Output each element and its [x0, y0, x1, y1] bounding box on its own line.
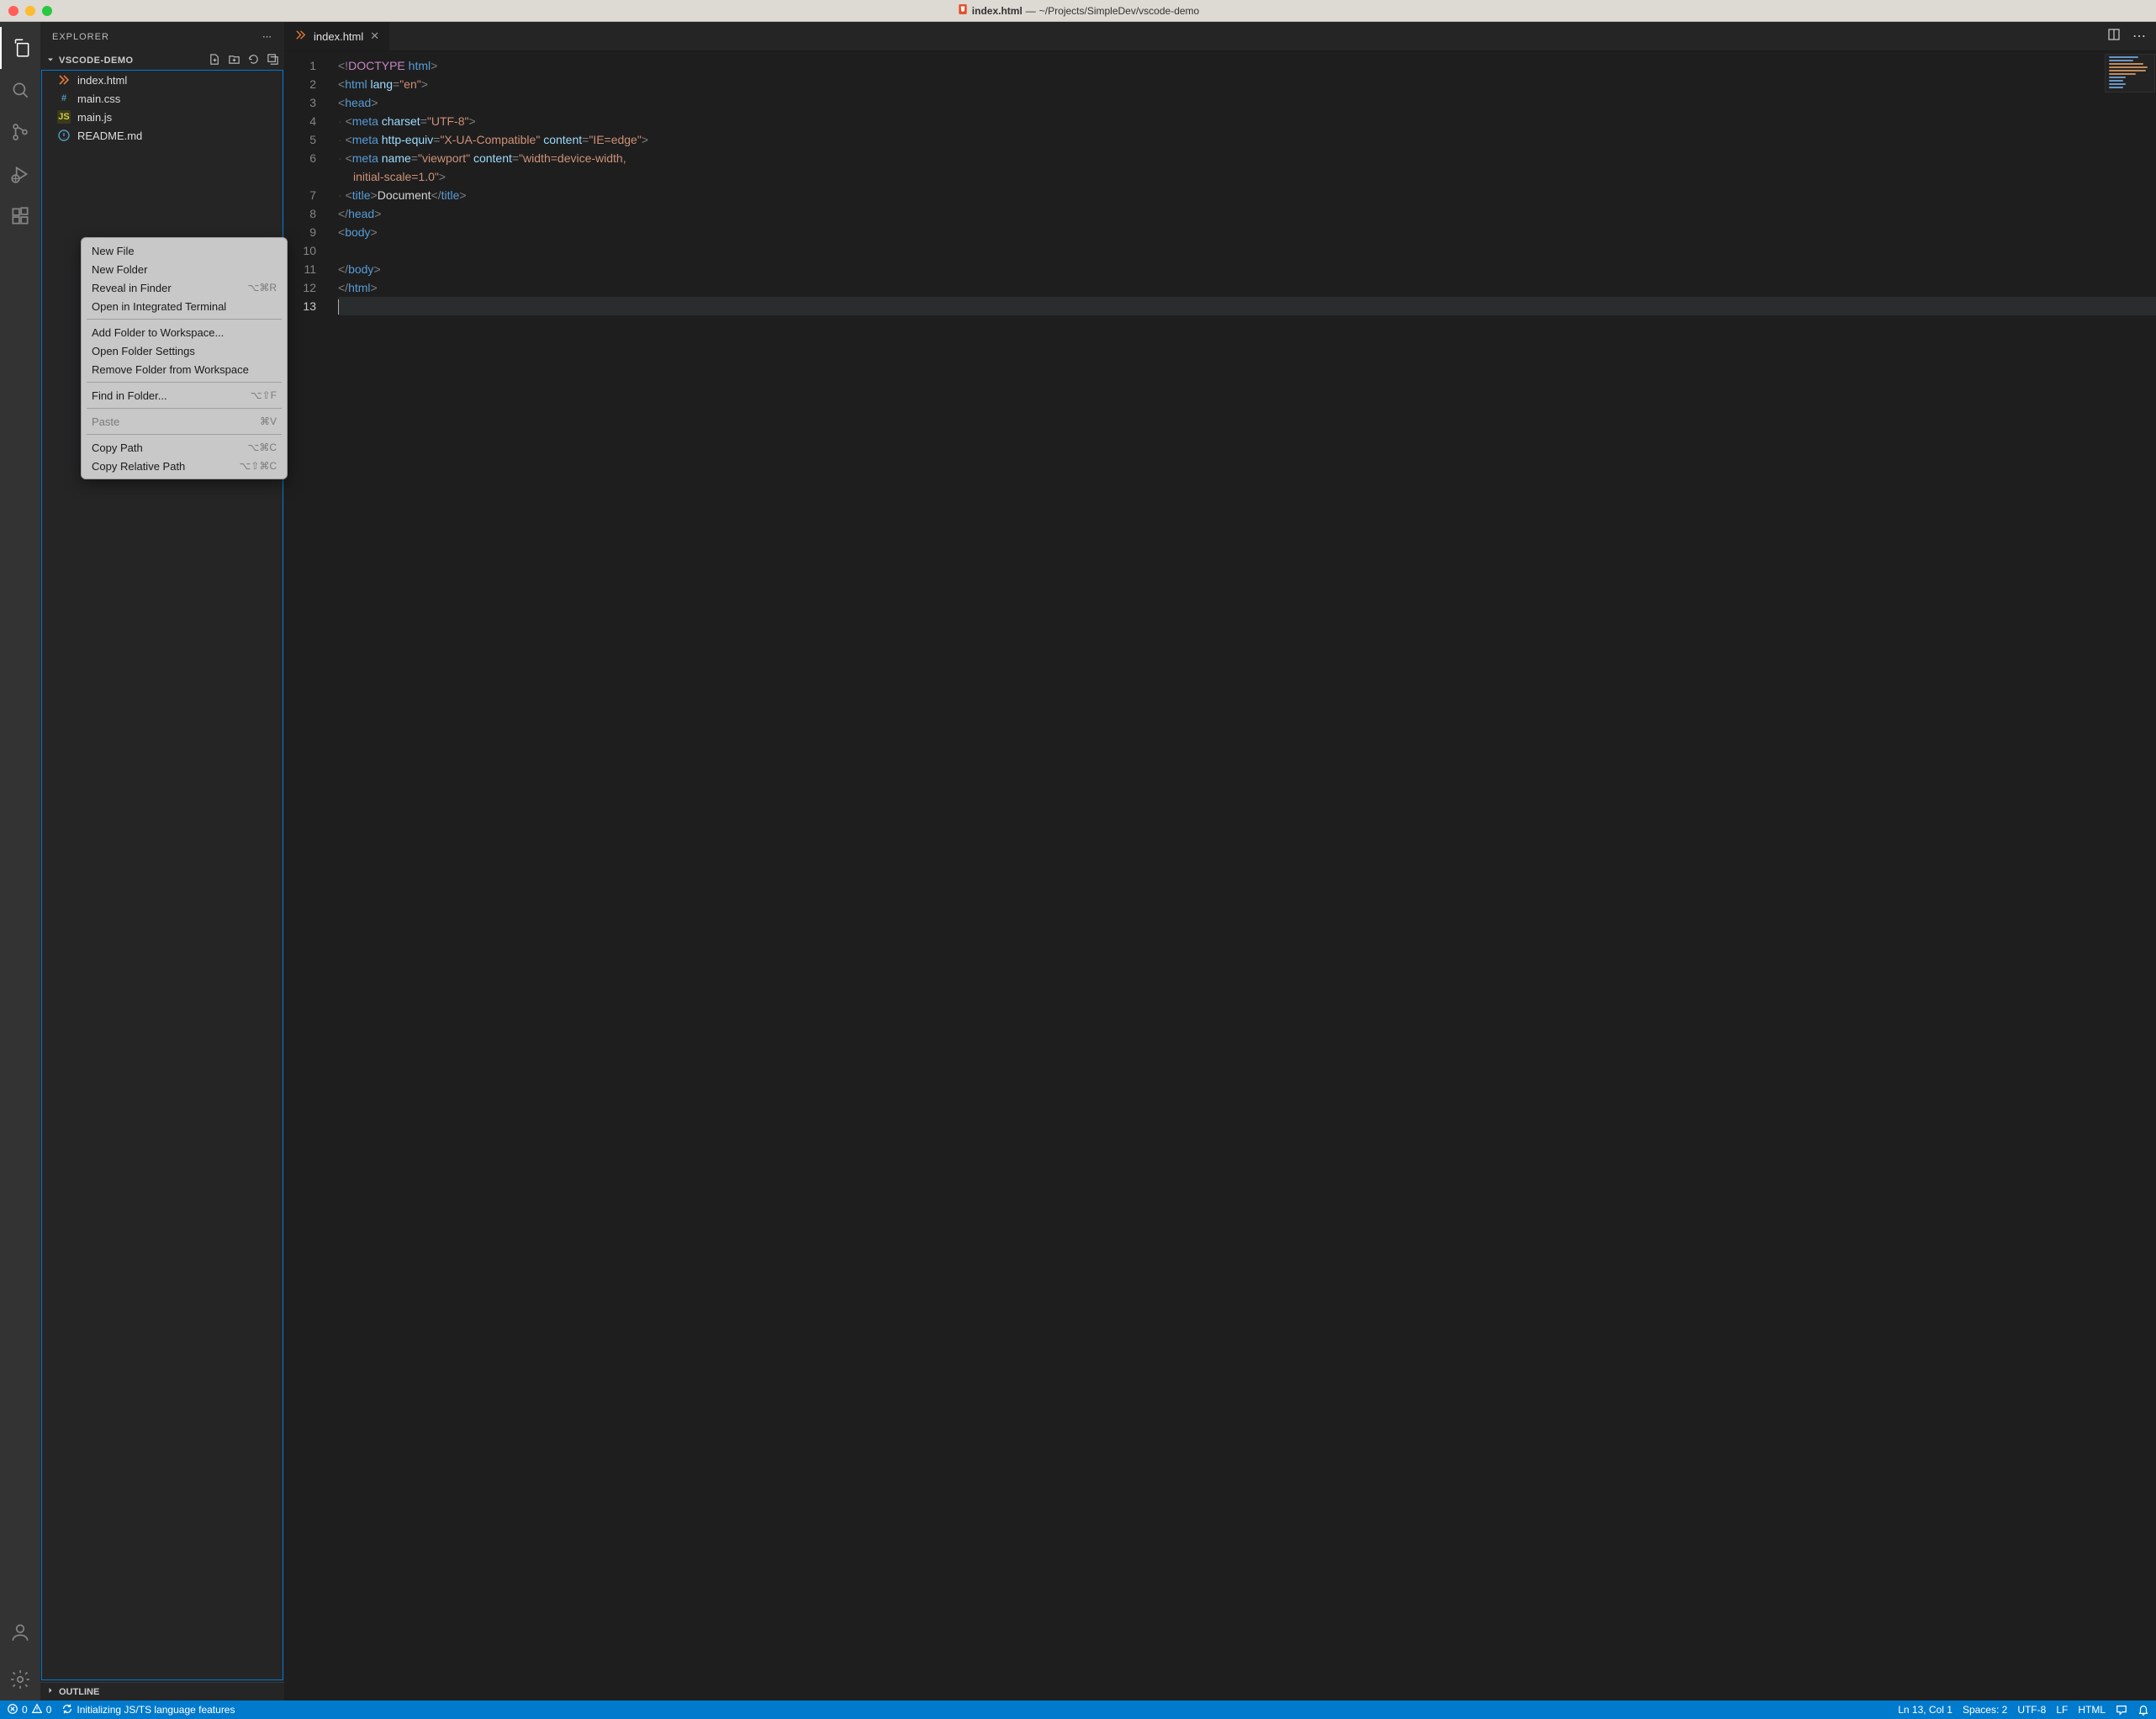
context-menu-item[interactable]: Add Folder to Workspace...	[82, 323, 287, 341]
sync-icon	[61, 1703, 73, 1717]
explorer-section-header[interactable]: VSCODE-DEMO	[40, 51, 284, 70]
sidebar-title: EXPLORER	[52, 32, 109, 42]
chevron-right-icon	[45, 1685, 55, 1698]
context-menu-item[interactable]: New File	[82, 241, 287, 260]
status-feedback-icon[interactable]	[2116, 1704, 2127, 1716]
chevron-down-icon	[45, 55, 55, 67]
collapse-icon[interactable]	[267, 53, 279, 68]
file-row[interactable]: README.md	[42, 126, 283, 145]
status-bar: 0 0 Initializing JS/TS language features…	[0, 1700, 2156, 1719]
context-menu-item[interactable]: Remove Folder from Workspace	[82, 360, 287, 378]
file-icon	[957, 3, 969, 18]
tab-bar: index.html ✕ ⋯	[284, 22, 2156, 51]
split-editor-icon[interactable]	[2107, 28, 2121, 45]
context-menu-item: Paste⌘V	[82, 412, 287, 431]
status-bell-icon[interactable]	[2138, 1704, 2149, 1716]
activity-explorer[interactable]	[0, 27, 40, 69]
minimap[interactable]	[2106, 55, 2154, 92]
code-content[interactable]: <!DOCTYPE html><html lang="en"><head>· <…	[338, 51, 2156, 315]
context-menu-item[interactable]: Open in Integrated Terminal	[82, 297, 287, 315]
file-name: main.css	[77, 93, 120, 105]
file-row[interactable]: #main.css	[42, 89, 283, 108]
error-icon	[7, 1703, 18, 1717]
file-name: main.js	[77, 111, 112, 124]
titlebar: index.html — ~/Projects/SimpleDev/vscode…	[0, 0, 2156, 22]
tab-index-html[interactable]: index.html ✕	[284, 22, 390, 50]
activity-debug[interactable]	[0, 153, 40, 195]
sidebar-header: EXPLORER ⋯	[40, 22, 284, 51]
context-menu-item[interactable]: New Folder	[82, 260, 287, 278]
new-file-icon[interactable]	[209, 53, 221, 68]
tab-actions: ⋯	[2107, 22, 2156, 50]
new-folder-icon[interactable]	[228, 53, 240, 68]
line-number-gutter: 12345678910111213	[284, 51, 331, 315]
context-menu-item[interactable]: Find in Folder...⌥⇧F	[82, 386, 287, 405]
explorer-actions	[209, 53, 279, 68]
file-name: README.md	[77, 130, 142, 142]
warning-icon	[31, 1703, 43, 1717]
more-icon[interactable]: ⋯	[2132, 28, 2146, 45]
tab-label: index.html	[314, 30, 363, 43]
context-menu-item[interactable]: Copy Path⌥⌘C	[82, 438, 287, 457]
status-encoding[interactable]: UTF-8	[2017, 1704, 2046, 1716]
status-language[interactable]: HTML	[2078, 1704, 2106, 1716]
file-name: index.html	[77, 74, 127, 87]
refresh-icon[interactable]	[247, 53, 260, 68]
status-problems[interactable]: 0 0	[7, 1703, 51, 1717]
activity-accounts[interactable]	[0, 1611, 40, 1653]
project-name: VSCODE-DEMO	[59, 56, 134, 66]
activity-extensions[interactable]	[0, 195, 40, 237]
context-menu: New FileNew FolderReveal in Finder⌥⌘ROpe…	[81, 237, 288, 479]
close-icon[interactable]: ✕	[370, 29, 379, 43]
file-row[interactable]: JSmain.js	[42, 108, 283, 126]
status-position[interactable]: Ln 13, Col 1	[1898, 1704, 1953, 1716]
outline-section-header[interactable]: OUTLINE	[40, 1682, 284, 1700]
activity-search[interactable]	[0, 69, 40, 111]
html-file-icon	[294, 29, 307, 44]
editor-area: index.html ✕ ⋯ 12345678910111213 <!DOCTY…	[284, 22, 2156, 1700]
status-eol[interactable]: LF	[2056, 1704, 2068, 1716]
file-row[interactable]: index.html	[42, 71, 283, 89]
editor[interactable]: 12345678910111213 <!DOCTYPE html><html l…	[284, 51, 2156, 1700]
sidebar-more-icon[interactable]: ⋯	[262, 31, 272, 42]
context-menu-item[interactable]: Reveal in Finder⌥⌘R	[82, 278, 287, 297]
status-spaces[interactable]: Spaces: 2	[1963, 1704, 2007, 1716]
activity-settings[interactable]	[0, 1658, 40, 1700]
activity-scm[interactable]	[0, 111, 40, 153]
context-menu-item[interactable]: Copy Relative Path⌥⇧⌘C	[82, 457, 287, 475]
activity-bar	[0, 22, 40, 1700]
outline-label: OUTLINE	[59, 1687, 99, 1697]
context-menu-item[interactable]: Open Folder Settings	[82, 341, 287, 360]
window-title: index.html — ~/Projects/SimpleDev/vscode…	[0, 3, 2156, 18]
status-task[interactable]: Initializing JS/TS language features	[61, 1703, 235, 1717]
